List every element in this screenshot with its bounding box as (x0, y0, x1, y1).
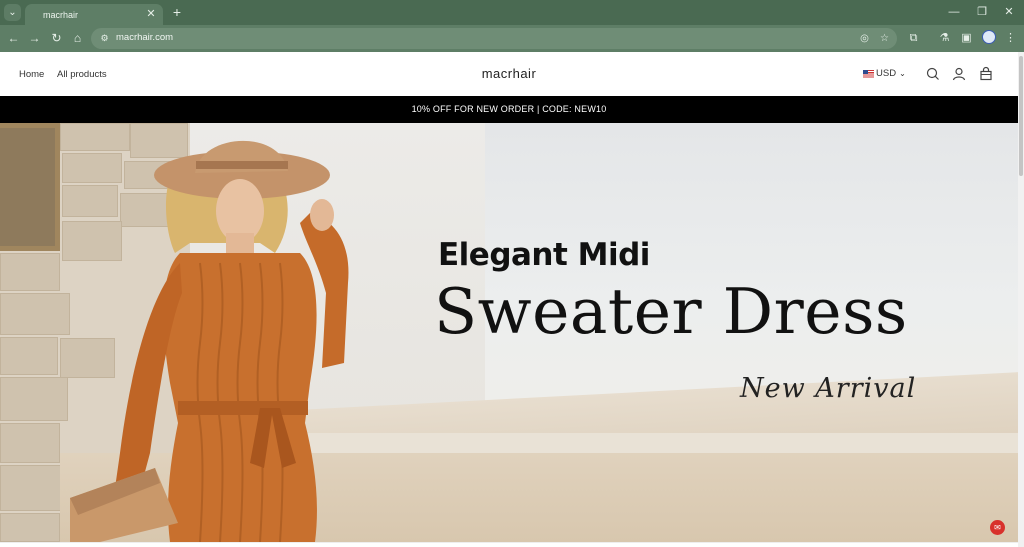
tab-search-icon[interactable]: ⌄ (4, 4, 21, 21)
eye-off-icon[interactable]: ◎ (857, 31, 872, 46)
extensions-icon[interactable]: ⧉ (905, 30, 922, 47)
tab-strip: ⌄ macrhair ✕ + — ❐ ✕ (0, 0, 1024, 25)
reload-icon[interactable]: ↻ (48, 30, 65, 47)
labs-flask-icon[interactable]: ⚗ (936, 30, 953, 47)
bookmark-star-icon[interactable]: ☆ (877, 31, 892, 46)
browser-toolbar: ← → ↻ ⌂ ⚙ macrhair.com ◎ ☆ ⧉ ⚗ ▣ ⋮ (0, 25, 1024, 52)
page-scrollbar[interactable] (1018, 52, 1024, 547)
page-bottom-edge (0, 542, 1018, 547)
back-icon[interactable]: ← (5, 30, 22, 47)
tab-title: macrhair (43, 9, 79, 20)
currency-label: USD (876, 68, 897, 79)
currency-selector[interactable]: USD ⌄ (863, 68, 906, 79)
site-header: Home All products macrhair USD ⌄ (0, 52, 1018, 96)
promo-banner[interactable]: 10% OFF FOR NEW ORDER | CODE: NEW10 (0, 96, 1018, 123)
minimize-icon[interactable]: — (945, 4, 963, 20)
home-icon[interactable]: ⌂ (69, 30, 86, 47)
browser-chrome: ⌄ macrhair ✕ + — ❐ ✕ ← → ↻ ⌂ ⚙ macrhair.… (0, 0, 1024, 52)
tab-close-icon[interactable]: ✕ (144, 7, 158, 21)
account-icon[interactable] (951, 66, 967, 82)
hero-headline-small: Elegant Midi (438, 237, 650, 273)
close-window-icon[interactable]: ✕ (1000, 4, 1018, 20)
cart-bag-icon[interactable] (978, 66, 994, 82)
search-icon[interactable] (925, 66, 941, 82)
browser-tab[interactable]: macrhair ✕ (25, 4, 163, 25)
hero-model-image (70, 140, 349, 542)
hero-headline-large: Sweater Dress (434, 275, 908, 348)
chevron-down-icon: ⌄ (899, 69, 906, 78)
url-text[interactable]: macrhair.com (116, 32, 173, 43)
hero-window-frame (0, 123, 60, 251)
chat-bubble-icon[interactable]: ✉ (990, 520, 1005, 535)
site-info-icon[interactable]: ⚙ (97, 31, 112, 46)
forward-icon[interactable]: → (26, 30, 43, 47)
profile-avatar-icon[interactable] (982, 30, 996, 44)
restore-icon[interactable]: ❐ (973, 4, 991, 20)
hero-banner[interactable]: Elegant Midi Sweater Dress New Arrival (0, 123, 1018, 542)
side-panel-icon[interactable]: ▣ (958, 30, 975, 47)
us-flag-icon (863, 69, 874, 78)
menu-kebab-icon[interactable]: ⋮ (1002, 30, 1019, 47)
address-bar[interactable]: ⚙ macrhair.com ◎ ☆ (91, 28, 897, 49)
scrollbar-thumb[interactable] (1019, 56, 1023, 176)
hero-tagline: New Arrival (740, 373, 917, 404)
new-tab-icon[interactable]: + (169, 4, 185, 20)
